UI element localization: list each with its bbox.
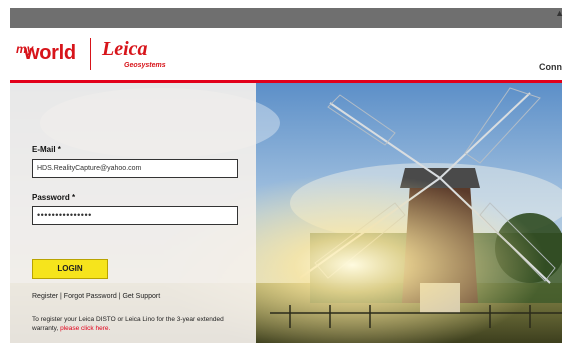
logo-divider: [90, 38, 91, 70]
email-label: E-Mail *: [32, 145, 61, 154]
get-support-link[interactable]: Get Support: [122, 293, 160, 300]
password-field[interactable]: •••••••••••••••: [32, 206, 238, 225]
email-field[interactable]: HDS.RealityCapture@yahoo.com: [32, 159, 238, 178]
top-bar: [10, 8, 562, 28]
password-label: Password *: [32, 193, 76, 202]
account-links: Register | Forgot Password | Get Support: [32, 293, 160, 300]
warranty-click-here-link[interactable]: please click here.: [60, 325, 110, 332]
site-header: my world Leica Geosystems Conn: [10, 28, 562, 80]
login-button[interactable]: LOGIN: [32, 259, 108, 279]
register-link[interactable]: Register: [32, 293, 58, 300]
forgot-password-link[interactable]: Forgot Password: [64, 293, 117, 300]
browser-top-area: ▲: [0, 0, 566, 30]
scroll-up-icon[interactable]: ▲: [555, 8, 564, 18]
warranty-info: To register your Leica DISTO or Leica Li…: [32, 315, 232, 333]
login-panel: E-Mail * HDS.RealityCapture@yahoo.com Pa…: [10, 83, 256, 343]
myworld-logo-world: world: [24, 42, 76, 64]
nav-item-connect[interactable]: Conn: [539, 62, 562, 72]
login-section: E-Mail * HDS.RealityCapture@yahoo.com Pa…: [10, 83, 562, 343]
leica-geosystems-text: Geosystems: [124, 62, 166, 69]
leica-logo: Leica: [102, 38, 148, 60]
